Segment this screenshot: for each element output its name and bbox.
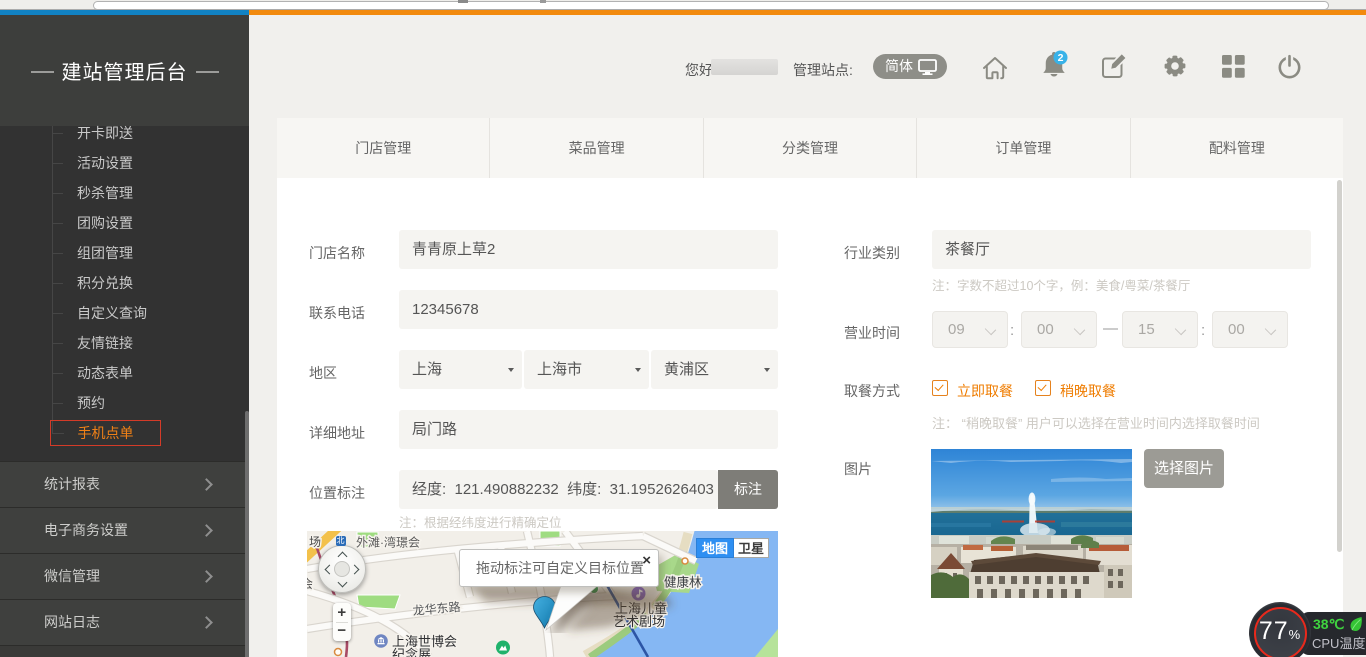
svg-text:2: 2 — [1058, 52, 1064, 64]
